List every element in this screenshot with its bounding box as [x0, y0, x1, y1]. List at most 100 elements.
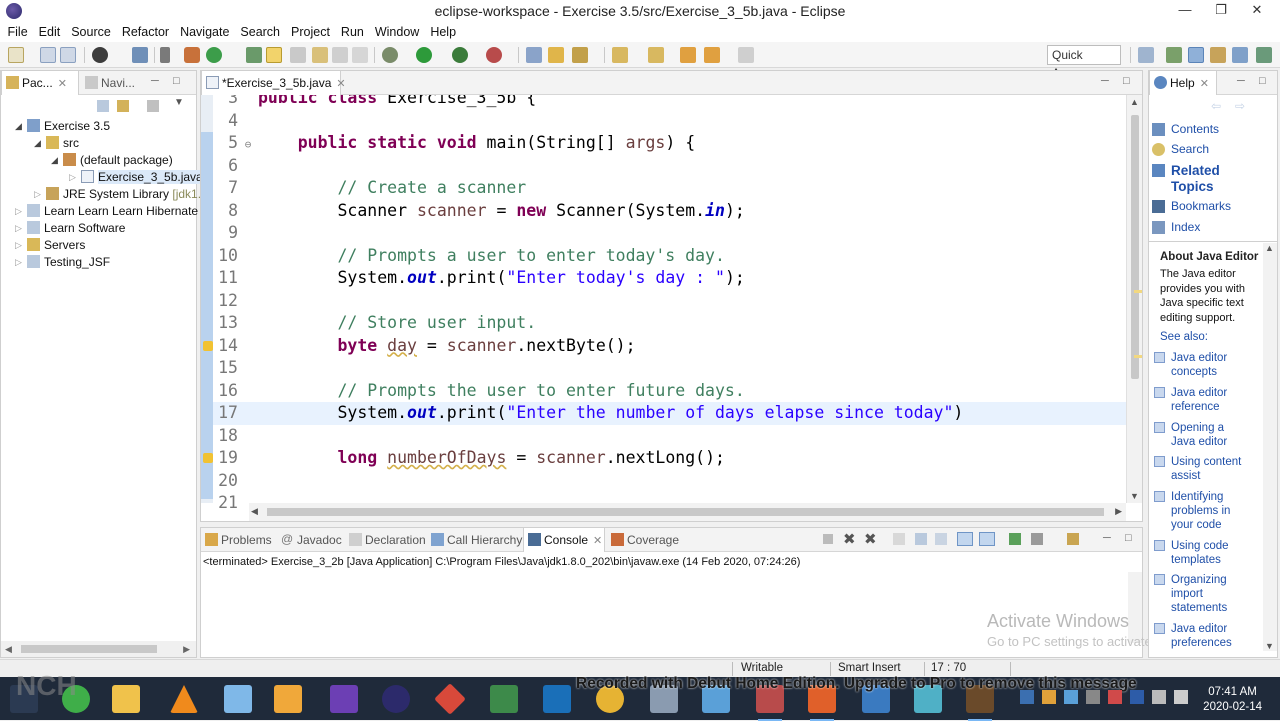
menu-project[interactable]: Project [286, 25, 336, 39]
tab-navigator[interactable]: Navi... [81, 71, 141, 95]
open-console-icon[interactable] [1067, 533, 1079, 545]
help-link-contents[interactable]: Contents [1152, 122, 1219, 136]
warning-icon[interactable] [203, 341, 213, 351]
vlc-icon[interactable] [170, 685, 198, 713]
tray-icon[interactable] [1064, 690, 1078, 704]
tab-problems[interactable]: Problems [201, 528, 273, 552]
scroll-up-icon[interactable]: ▲ [1130, 97, 1139, 107]
menu-window[interactable]: Window [369, 25, 424, 39]
remove-all-launches-icon[interactable]: ✖ [864, 530, 877, 548]
tray-icon[interactable] [1020, 690, 1034, 704]
view-menu-chevron-down-icon[interactable]: ▼ [174, 97, 184, 108]
previous-annotation-icon[interactable] [648, 47, 664, 63]
next-annotation-icon[interactable] [612, 47, 628, 63]
scroll-down-icon[interactable]: ▼ [1130, 491, 1139, 501]
back-icon[interactable] [680, 47, 696, 63]
menu-edit[interactable]: Edit [33, 25, 66, 39]
scroll-down-icon[interactable]: ▼ [1265, 641, 1274, 651]
search-toolbar-icon[interactable] [548, 47, 564, 63]
annotation-icon[interactable] [572, 47, 588, 63]
java-perspective-icon[interactable] [1188, 47, 1204, 63]
menu-search[interactable]: Search [235, 25, 286, 39]
word-wrap-icon[interactable] [332, 47, 348, 63]
tree-item-project[interactable]: ▷ Learn Learn Learn Hibernate [15, 203, 198, 220]
help-topic-link[interactable]: Using content assist [1154, 455, 1251, 483]
expanded-arrow-icon[interactable]: ◢ [15, 118, 22, 135]
open-task-icon[interactable] [526, 47, 542, 63]
help-back-icon[interactable]: ⇦ [1211, 99, 1221, 113]
tab-javadoc[interactable]: @ Javadoc [277, 528, 342, 552]
collapsed-arrow-icon[interactable]: ▷ [15, 220, 22, 237]
maximize-panel-icon[interactable]: □ [1259, 75, 1266, 87]
git-icon[interactable] [434, 683, 466, 715]
warning-icon[interactable] [203, 453, 213, 463]
spreadsheet-icon[interactable] [490, 685, 518, 713]
skip-breakpoints-icon[interactable] [160, 47, 170, 63]
tab-help[interactable]: Help ✕ [1149, 71, 1217, 95]
menu-refactor[interactable]: Refactor [116, 25, 174, 39]
word-wrap-console-icon[interactable] [935, 533, 947, 545]
save-all-icon[interactable] [60, 47, 76, 63]
debug-perspective-icon[interactable] [1210, 47, 1226, 63]
volume-icon[interactable] [1174, 690, 1188, 704]
menu-run[interactable]: Run [335, 25, 369, 39]
fold-toggle-icon[interactable]: ⊖ [238, 134, 258, 157]
toggle-mark-occurrences-icon[interactable] [266, 47, 282, 63]
menu-source[interactable]: Source [66, 25, 117, 39]
tab-package-explorer[interactable]: Pac... ✕ [1, 71, 79, 95]
tree-item-jre[interactable]: ▷ JRE System Library [jdk1.8.( [34, 186, 215, 203]
focus-on-active-task-icon[interactable] [147, 100, 159, 112]
editor-horizontal-scrollbar[interactable]: ◀ ▶ [249, 503, 1126, 521]
collapsed-arrow-icon[interactable]: ▷ [15, 237, 22, 254]
editor-vertical-scrollbar[interactable]: ▲ ▼ [1126, 95, 1142, 503]
tree-item-project[interactable]: ◢ Exercise 3.5 [15, 118, 110, 135]
tree-item-java-file[interactable]: ▷ Exercise_3_5b.java [69, 169, 203, 186]
collapsed-arrow-icon[interactable]: ▷ [69, 169, 76, 186]
help-link-search[interactable]: Search [1152, 142, 1209, 156]
close-icon[interactable]: ✕ [336, 78, 345, 90]
collapsed-arrow-icon[interactable]: ▷ [15, 203, 22, 220]
collapse-all-icon[interactable] [97, 100, 109, 112]
minimize-panel-icon[interactable]: ─ [1103, 532, 1111, 544]
team-perspective-icon[interactable] [1256, 47, 1272, 63]
menu-help[interactable]: Help [425, 25, 462, 39]
expanded-arrow-icon[interactable]: ◢ [34, 135, 41, 152]
java-ee-perspective-icon[interactable] [1166, 47, 1182, 63]
quick-access-field[interactable]: Quick Access [1047, 45, 1121, 80]
scroll-right-icon[interactable]: ▶ [1115, 506, 1122, 517]
maximize-panel-icon[interactable]: □ [1125, 532, 1132, 544]
menu-navigate[interactable]: Navigate [175, 25, 235, 39]
show-console-stderr-icon[interactable] [979, 532, 995, 546]
scroll-left-icon[interactable]: ◀ [5, 644, 12, 655]
minimize-panel-icon[interactable]: ─ [1237, 75, 1245, 87]
collapsed-arrow-icon[interactable]: ▷ [15, 254, 22, 271]
tree-item-src[interactable]: ◢ src [34, 135, 79, 152]
link-with-editor-icon[interactable] [117, 100, 129, 112]
maximize-panel-icon[interactable]: □ [1123, 75, 1130, 87]
debug-icon[interactable] [92, 47, 108, 63]
external-tools-icon[interactable] [486, 47, 502, 63]
tab-console[interactable]: Console ✕ [523, 528, 605, 552]
tab-call-hierarchy[interactable]: Call Hierarchy [427, 528, 523, 552]
new-icon[interactable] [8, 47, 24, 63]
explorer-horizontal-scrollbar[interactable]: ◀ ▶ [1, 641, 196, 657]
code-editor[interactable]: 3 public class Exercise_3_5b { 4 5 ⊖ publi… [201, 95, 1142, 521]
app-icon[interactable] [543, 685, 571, 713]
new-java-class-icon[interactable] [206, 47, 222, 63]
help-link-index[interactable]: Index [1152, 220, 1200, 234]
coverage-icon[interactable] [452, 47, 468, 63]
terminal-icon[interactable] [132, 47, 148, 63]
tab-declaration[interactable]: Declaration [345, 528, 426, 552]
visual-studio-icon[interactable] [330, 685, 358, 713]
help-topic-link[interactable]: Using code templates [1154, 539, 1251, 567]
open-type-icon[interactable] [246, 47, 262, 63]
pin-console-icon[interactable] [1009, 533, 1021, 545]
network-icon[interactable] [1152, 690, 1166, 704]
debug-launch-icon[interactable] [382, 47, 398, 63]
tree-item-default-package[interactable]: ◢ (default package) [51, 152, 173, 169]
tab-coverage[interactable]: Coverage [607, 528, 687, 552]
collapsed-arrow-icon[interactable]: ▷ [34, 186, 41, 203]
save-icon[interactable] [40, 47, 56, 63]
new-java-package-icon[interactable] [184, 47, 200, 63]
local-variable-warning[interactable]: day [387, 336, 417, 355]
